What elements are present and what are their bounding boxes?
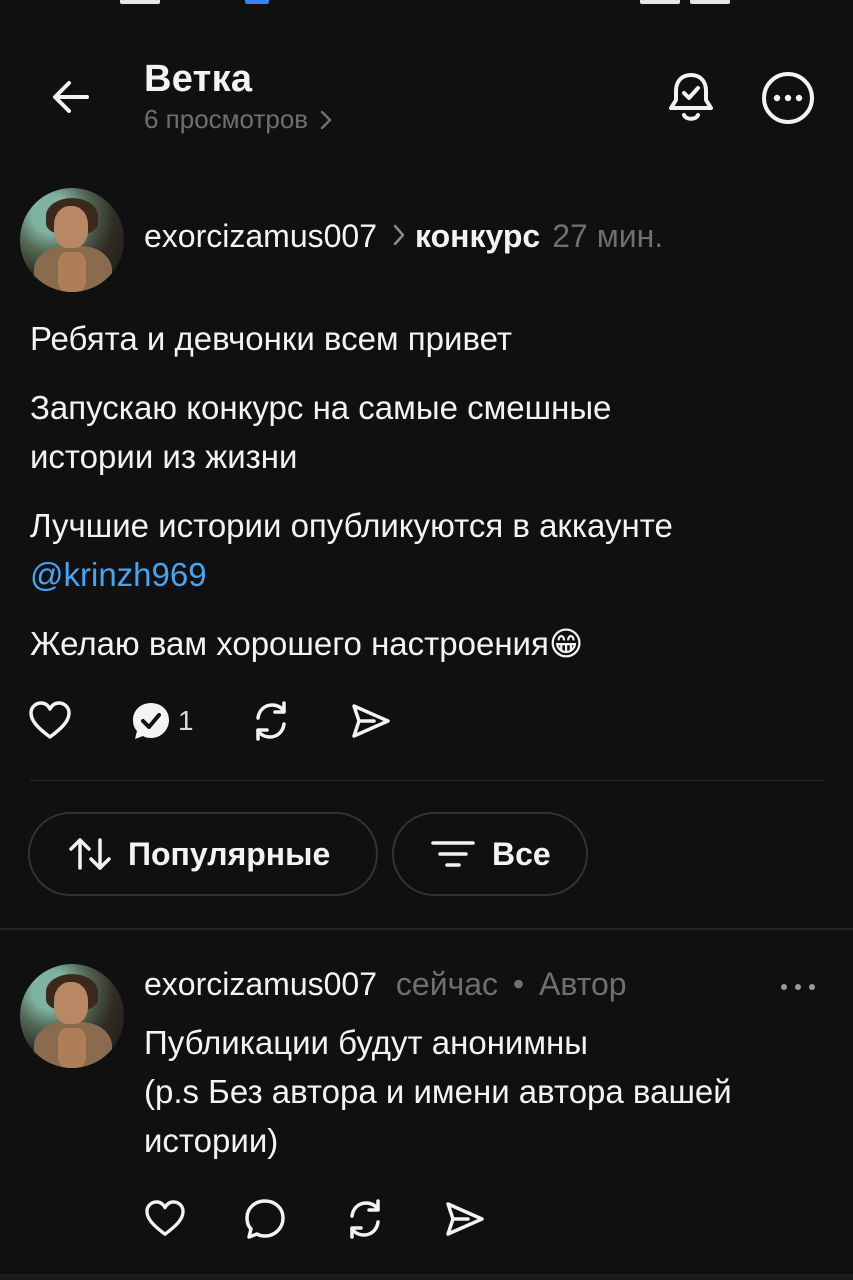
post-paragraph: Лучшие истории опубликуются в аккаунте @… [30, 507, 673, 593]
filter-label: Все [492, 835, 551, 872]
sort-arrows-icon [68, 836, 112, 872]
post-paragraph: Желаю вам хорошего настроения😁 [30, 625, 584, 662]
notifications-button[interactable] [662, 68, 720, 126]
arrow-left-icon [53, 81, 89, 113]
repost-button[interactable] [344, 1198, 386, 1240]
back-button[interactable] [44, 70, 98, 124]
heart-icon [145, 1200, 185, 1236]
repost-icon [350, 1199, 380, 1239]
avatar[interactable] [20, 964, 124, 1068]
chevron-right-icon [320, 110, 332, 129]
send-icon [351, 704, 390, 738]
filter-lines-icon [430, 839, 476, 869]
sort-popular-button[interactable]: Популярные [28, 812, 378, 896]
comment-more-button[interactable] [776, 972, 820, 1002]
mention-link[interactable]: @krinzh969 [30, 556, 207, 593]
sort-label: Популярные [128, 835, 331, 872]
share-button[interactable] [350, 702, 392, 740]
bottom-edge [0, 1274, 853, 1280]
repost-button[interactable] [250, 700, 292, 742]
post-content: Ребята и девчонки всем привет Запускаю к… [30, 314, 830, 688]
post-username[interactable]: exorcizamus007 [144, 218, 377, 255]
more-dots-icon [781, 984, 815, 990]
post-paragraph: Запускаю конкурс на самые смешные истори… [30, 389, 612, 475]
comment-line: (p.s Без автора и имени автора вашей [144, 1073, 732, 1110]
comment-username[interactable]: exorcizamus007 [144, 966, 377, 1002]
post-time: 27 мин. [552, 218, 664, 254]
status-bar [0, 0, 853, 8]
page-title: Ветка [144, 58, 253, 100]
reply-button[interactable]: 1 [130, 700, 194, 742]
comment-header: exorcizamus007 сейчас • Автор [144, 966, 627, 1003]
repost-icon [255, 701, 286, 741]
author-badge: Автор [539, 966, 627, 1002]
top-app-bar: Ветка 6 просмотров [0, 40, 853, 150]
filter-all-button[interactable]: Все [392, 812, 588, 896]
comment-actions [144, 1198, 532, 1240]
comment-line: истории) [144, 1122, 279, 1159]
send-icon [446, 1202, 484, 1236]
bell-check-icon [669, 73, 713, 121]
like-button[interactable] [144, 1200, 186, 1238]
reply-button[interactable] [244, 1198, 286, 1240]
meta-separator: • [512, 966, 525, 1002]
heart-icon [29, 701, 71, 739]
comment-content: Публикации будут анонимны (p.s Без автор… [144, 1018, 824, 1165]
share-button[interactable] [444, 1200, 486, 1238]
comment-line: Публикации будут анонимны [144, 1024, 588, 1061]
divider [30, 780, 825, 781]
post-actions: 1 [28, 700, 438, 742]
chevron-right-icon [393, 221, 405, 253]
section-divider [0, 928, 853, 930]
more-options-button[interactable] [758, 68, 818, 128]
views-link[interactable]: 6 просмотров [144, 104, 332, 135]
views-count: 6 просмотров [144, 104, 309, 134]
like-button[interactable] [28, 701, 72, 741]
post-topic[interactable]: конкурс [415, 218, 540, 255]
more-horizontal-icon [762, 72, 814, 124]
reply-count: 1 [178, 705, 194, 736]
reply-checked-icon [133, 703, 169, 739]
post-paragraph: Ребята и девчонки всем привет [30, 320, 512, 357]
avatar[interactable] [20, 188, 124, 292]
post-header: exorcizamus007 конкурс 27 мин. [144, 218, 663, 255]
comment-time: сейчас [395, 966, 499, 1002]
comment-bubble-icon [245, 1199, 285, 1239]
